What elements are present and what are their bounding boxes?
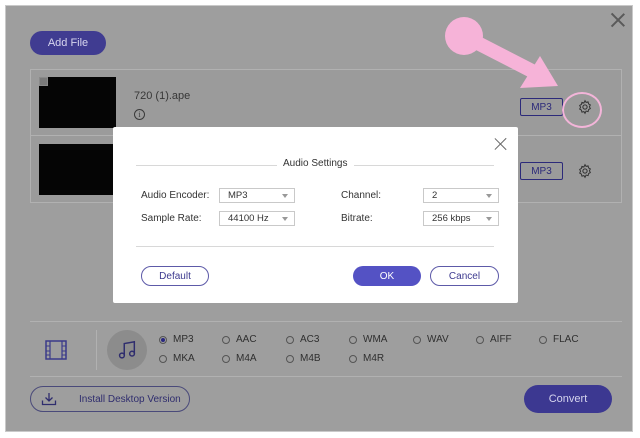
select-value: 44100 Hz [228, 213, 269, 224]
format-option-wma[interactable]: WMA [349, 334, 387, 345]
format-label: WMA [363, 334, 388, 345]
dialog-title: Audio Settings [277, 158, 354, 169]
radio-button[interactable] [222, 354, 230, 363]
bitrate-label: Bitrate: [341, 213, 373, 224]
convert-button[interactable]: Convert [524, 385, 612, 413]
radio-button[interactable] [476, 335, 484, 344]
channel-select[interactable]: 2 [423, 188, 499, 203]
format-label: FLAC [553, 334, 579, 345]
radio-button[interactable] [286, 354, 294, 363]
divider [96, 330, 97, 370]
audio-settings-dialog: Audio Settings Audio Encoder: MP3 Sample… [113, 127, 518, 303]
format-option-aiff[interactable]: AIFF [476, 334, 512, 345]
divider [136, 246, 494, 247]
format-option-m4a[interactable]: M4A [222, 353, 257, 364]
audio-encoder-select[interactable]: MP3 [219, 188, 295, 203]
bitrate-select[interactable]: 256 kbps [423, 211, 499, 226]
select-value: 256 kbps [432, 213, 471, 224]
sample-rate-label: Sample Rate: [141, 213, 202, 224]
chevron-down-icon [486, 217, 492, 221]
format-label: M4A [236, 353, 257, 364]
radio-button[interactable] [159, 354, 167, 363]
format-label: WAV [427, 334, 449, 345]
format-option-wav[interactable]: WAV [413, 334, 449, 345]
format-option-aac[interactable]: AAC [222, 334, 257, 345]
radio-button[interactable] [349, 335, 357, 344]
format-label: M4B [300, 353, 321, 364]
radio-button[interactable] [349, 354, 357, 363]
chevron-down-icon [486, 194, 492, 198]
radio-button[interactable] [159, 335, 167, 344]
film-icon[interactable] [44, 338, 68, 362]
format-option-mp3[interactable]: MP3 [159, 334, 194, 345]
select-value: MP3 [228, 190, 248, 201]
radio-button[interactable] [286, 335, 294, 344]
radio-button[interactable] [222, 335, 230, 344]
download-icon [41, 393, 57, 406]
default-button[interactable]: Default [141, 266, 209, 286]
sample-rate-select[interactable]: 44100 Hz [219, 211, 295, 226]
format-option-m4r[interactable]: M4R [349, 353, 384, 364]
ok-button[interactable]: OK [353, 266, 421, 286]
music-note-icon [118, 340, 136, 359]
format-label: AC3 [300, 334, 320, 345]
format-option-mka[interactable]: MKA [159, 353, 195, 364]
format-label: AIFF [490, 334, 512, 345]
radio-button[interactable] [539, 335, 547, 344]
cancel-button[interactable]: Cancel [430, 266, 499, 286]
select-value: 2 [432, 190, 438, 201]
format-selector: MP3 AAC AC3 WMA WAV AIFF FLAC MKA M4A M4… [30, 321, 622, 377]
channel-label: Channel: [341, 190, 382, 201]
format-label: MKA [173, 353, 195, 364]
close-icon[interactable] [494, 137, 508, 151]
format-option-m4b[interactable]: M4B [286, 353, 321, 364]
format-option-flac[interactable]: FLAC [539, 334, 579, 345]
format-label: AAC [236, 334, 257, 345]
radio-button[interactable] [413, 335, 421, 344]
audio-encoder-label: Audio Encoder: [141, 190, 210, 201]
format-option-ac3[interactable]: AC3 [286, 334, 319, 345]
format-label: MP3 [173, 334, 194, 345]
audio-tab[interactable] [107, 330, 147, 370]
install-label: Install Desktop Version [79, 393, 181, 405]
format-label: M4R [363, 353, 385, 364]
chevron-down-icon [282, 217, 288, 221]
install-desktop-button[interactable]: Install Desktop Version [30, 386, 190, 412]
chevron-down-icon [282, 194, 288, 198]
